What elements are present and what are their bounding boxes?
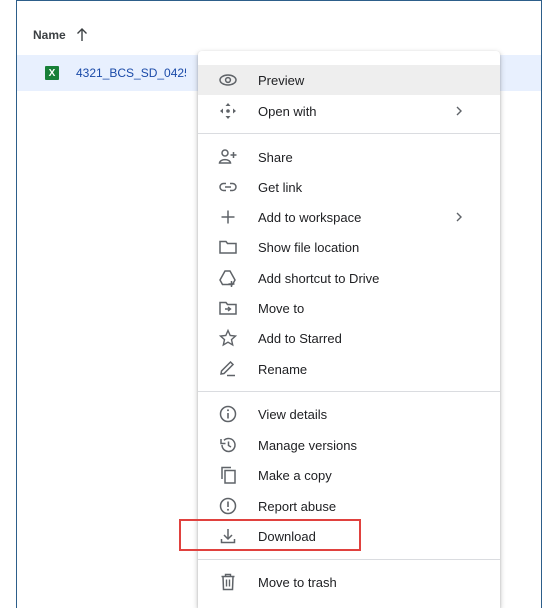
sheets-file-icon: X [45,66,59,80]
drive-shortcut-icon [218,268,238,288]
menu-item-add-to-starred[interactable]: Add to Starred [198,323,500,353]
menu-item-label: Add to Starred [258,330,342,346]
menu-item-label: Preview [258,72,305,88]
menu-item-add-to-workspace[interactable]: Add to workspace [198,202,500,232]
menu-item-view-details[interactable]: View details [198,399,500,429]
file-name[interactable]: 4321_BCS_SD_04252 [76,66,186,80]
sort-ascending-arrow-icon[interactable] [76,28,88,42]
info-icon [218,404,238,424]
menu-item-move-to[interactable]: Move to [198,293,500,323]
menu-item-make-a-copy[interactable]: Make a copy [198,460,500,490]
name-column-label: Name [33,28,66,42]
chevron-right-icon [454,210,464,224]
menu-item-label: Rename [258,361,308,377]
menu-item-label: Add to workspace [258,209,362,225]
plus-icon [218,207,238,227]
history-icon [218,435,238,455]
menu-item-label: Manage versions [258,437,357,453]
copy-icon [218,465,238,485]
menu-item-get-link[interactable]: Get link [198,172,500,202]
move-arrows-icon [218,101,238,121]
menu-item-label: Share [258,149,293,165]
menu-item-report-abuse[interactable]: Report abuse [198,491,500,521]
menu-item-rename[interactable]: Rename [198,354,500,384]
star-icon [218,328,238,348]
menu-item-share[interactable]: Share [198,142,500,172]
menu-item-preview[interactable]: Preview [198,65,500,95]
trash-icon [218,572,238,592]
menu-item-open-with[interactable]: Open with [198,96,500,126]
person-add-icon [218,147,238,167]
report-icon [218,496,238,516]
eye-icon [218,70,238,90]
menu-divider [198,133,500,134]
menu-item-label: Add shortcut to Drive [258,270,380,286]
menu-divider [198,391,500,392]
menu-item-label: Make a copy [258,467,332,483]
menu-item-label: Move to trash [258,574,337,590]
menu-item-label: Get link [258,179,303,195]
menu-item-label: Move to [258,300,305,316]
menu-item-add-shortcut[interactable]: Add shortcut to Drive [198,263,500,293]
download-highlight-annotation [179,519,361,551]
menu-item-show-file-location[interactable]: Show file location [198,232,500,262]
link-icon [218,177,238,197]
menu-item-manage-versions[interactable]: Manage versions [198,430,500,460]
menu-divider [198,559,500,560]
name-column-header[interactable]: Name [33,25,88,45]
menu-item-move-to-trash[interactable]: Move to trash [198,567,500,597]
menu-item-label: Show file location [258,239,360,255]
menu-item-label: Report abuse [258,498,337,514]
pencil-icon [218,359,238,379]
menu-item-label: Open with [258,103,317,119]
chevron-right-icon [454,104,464,118]
folder-icon [218,237,238,257]
menu-item-label: View details [258,406,328,422]
folder-move-icon [218,298,238,318]
